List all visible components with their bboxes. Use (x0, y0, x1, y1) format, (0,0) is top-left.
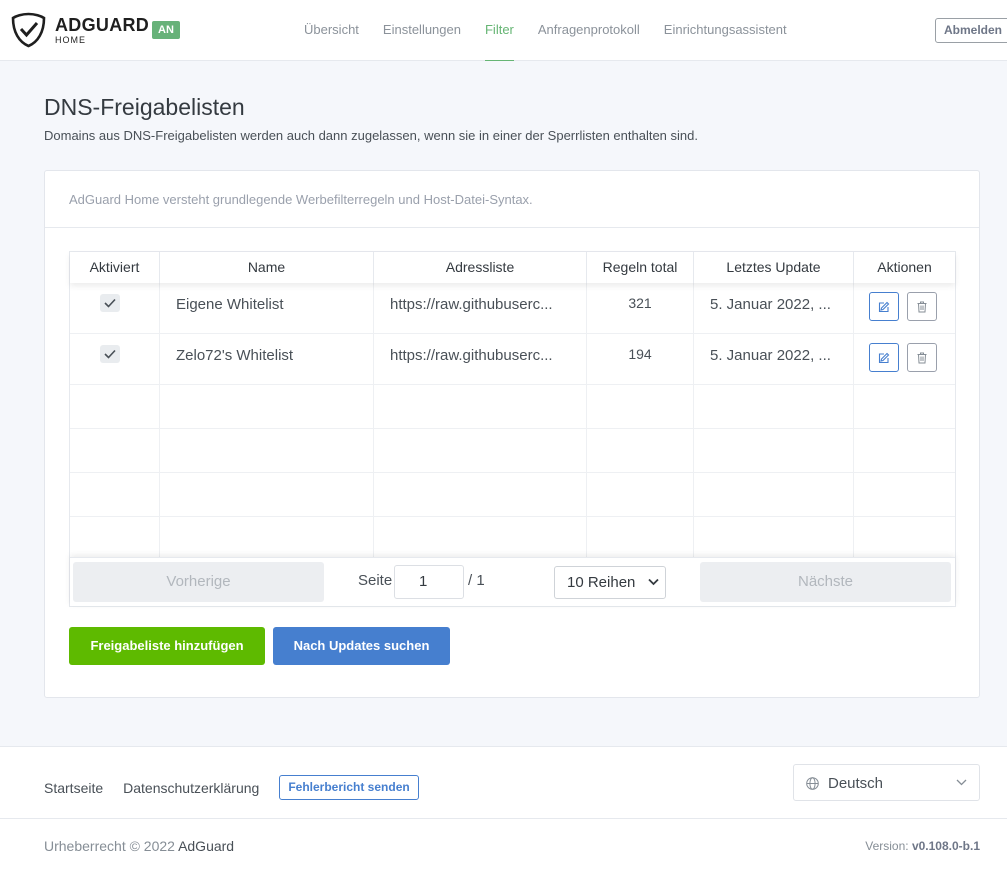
column-header-name[interactable]: Name (160, 252, 374, 283)
rules-count: 194 (587, 334, 694, 384)
delete-button[interactable] (907, 343, 937, 372)
page-description: Domains aus DNS-Freigabelisten werden au… (44, 128, 698, 143)
edit-icon (878, 352, 890, 363)
header: ADGUARD HOME AN Übersicht Einstellungen … (0, 0, 1007, 61)
language-value: Deutsch (828, 775, 884, 792)
edit-icon (878, 301, 890, 312)
footer: Startseite Datenschutzerklärung Fehlerbe… (0, 746, 1007, 871)
list-url: https://raw.githubuserc... (374, 334, 587, 384)
footer-link-homepage[interactable]: Startseite (44, 780, 103, 796)
pagination: Vorherige Seite 1 / 1 10 Reihen Nächste (70, 557, 955, 606)
check-updates-button[interactable]: Nach Updates suchen (273, 627, 450, 665)
page-number-input[interactable]: 1 (394, 565, 464, 599)
card-hint: AdGuard Home versteht grundlegende Werbe… (45, 171, 979, 228)
rows-per-page-select[interactable]: 10 Reihen (554, 566, 666, 599)
trash-icon (917, 301, 927, 312)
footer-divider (0, 818, 1007, 819)
version: Version: v0.108.0-b.1 (865, 839, 980, 853)
brand-name: ADGUARD (55, 15, 150, 35)
footer-link-privacy[interactable]: Datenschutzerklärung (123, 780, 259, 796)
empty-row (70, 429, 955, 473)
check-icon (104, 298, 116, 308)
column-header-rules[interactable]: Regeln total (587, 252, 694, 283)
edit-button[interactable] (869, 292, 899, 321)
edit-button[interactable] (869, 343, 899, 372)
column-header-enabled[interactable]: Aktiviert (70, 252, 160, 283)
actions-cell (854, 283, 955, 333)
table-header: Aktiviert Name Adressliste Regeln total … (70, 252, 955, 283)
nav-setup-guide[interactable]: Einrichtungsassistent (652, 0, 799, 61)
copyright-text: Urheberrecht © 2022 (44, 838, 179, 854)
page-title: DNS-Freigabelisten (44, 94, 245, 120)
actions-cell (854, 334, 955, 384)
column-header-last-update[interactable]: Letztes Update (694, 252, 854, 283)
adguard-shield-logo-icon[interactable] (11, 12, 46, 48)
brand-subtitle: HOME (55, 35, 86, 45)
chevron-down-icon (648, 578, 659, 586)
allowlists-table: Aktiviert Name Adressliste Regeln total … (69, 251, 956, 607)
nav-query-log[interactable]: Anfragenprotokoll (526, 0, 652, 61)
version-value: v0.108.0-b.1 (911, 839, 980, 853)
list-url: https://raw.githubuserc... (374, 283, 587, 333)
add-allowlist-button[interactable]: Freigabeliste hinzufügen (69, 627, 265, 665)
rules-count: 321 (587, 283, 694, 333)
empty-row (70, 517, 955, 561)
language-select[interactable]: Deutsch (793, 764, 980, 801)
logout-button[interactable]: Abmelden (935, 18, 1007, 43)
list-name: Zelo72's Whitelist (160, 334, 374, 384)
main-nav: Übersicht Einstellungen Filter Anfragenp… (292, 0, 799, 61)
nav-overview[interactable]: Übersicht (292, 0, 371, 61)
enabled-checkbox[interactable] (100, 345, 120, 363)
column-header-actions: Aktionen (877, 259, 932, 275)
report-bug-button[interactable]: Fehlerbericht senden (279, 775, 419, 800)
empty-row (70, 473, 955, 517)
version-label: Version: (865, 839, 912, 853)
delete-button[interactable] (907, 292, 937, 321)
globe-icon (806, 777, 819, 790)
chevron-down-icon (956, 779, 967, 786)
table-body: Eigene Whitelist https://raw.githubuserc… (70, 283, 955, 561)
protection-status-badge: AN (152, 21, 180, 39)
nav-settings[interactable]: Einstellungen (371, 0, 473, 61)
last-update: 5. Januar 2022, ... (694, 334, 854, 384)
column-header-url[interactable]: Adressliste (374, 252, 587, 283)
check-icon (104, 349, 116, 359)
copyright-adguard-link[interactable]: AdGuard (178, 838, 234, 854)
page-total: / 1 (468, 572, 485, 589)
enabled-checkbox[interactable] (100, 294, 120, 312)
brand[interactable]: ADGUARD HOME (55, 15, 149, 45)
nav-filters[interactable]: Filter (473, 0, 526, 61)
footer-links: Startseite Datenschutzerklärung Fehlerbe… (44, 775, 419, 800)
list-name: Eigene Whitelist (160, 283, 374, 333)
enabled-cell (70, 334, 160, 384)
rows-per-page-value: 10 Reihen (567, 574, 636, 591)
table-row: Zelo72's Whitelist https://raw.githubuse… (70, 334, 955, 385)
page-label: Seite (358, 572, 393, 589)
next-page-button[interactable]: Nächste (700, 562, 951, 602)
allowlists-card: AdGuard Home versteht grundlegende Werbe… (44, 170, 980, 698)
trash-icon (917, 352, 927, 363)
previous-page-button[interactable]: Vorherige (73, 562, 324, 602)
empty-row (70, 385, 955, 429)
table-row: Eigene Whitelist https://raw.githubuserc… (70, 283, 955, 334)
copyright: Urheberrecht © 2022 AdGuard (44, 838, 234, 854)
last-update: 5. Januar 2022, ... (694, 283, 854, 333)
enabled-cell (70, 283, 160, 333)
